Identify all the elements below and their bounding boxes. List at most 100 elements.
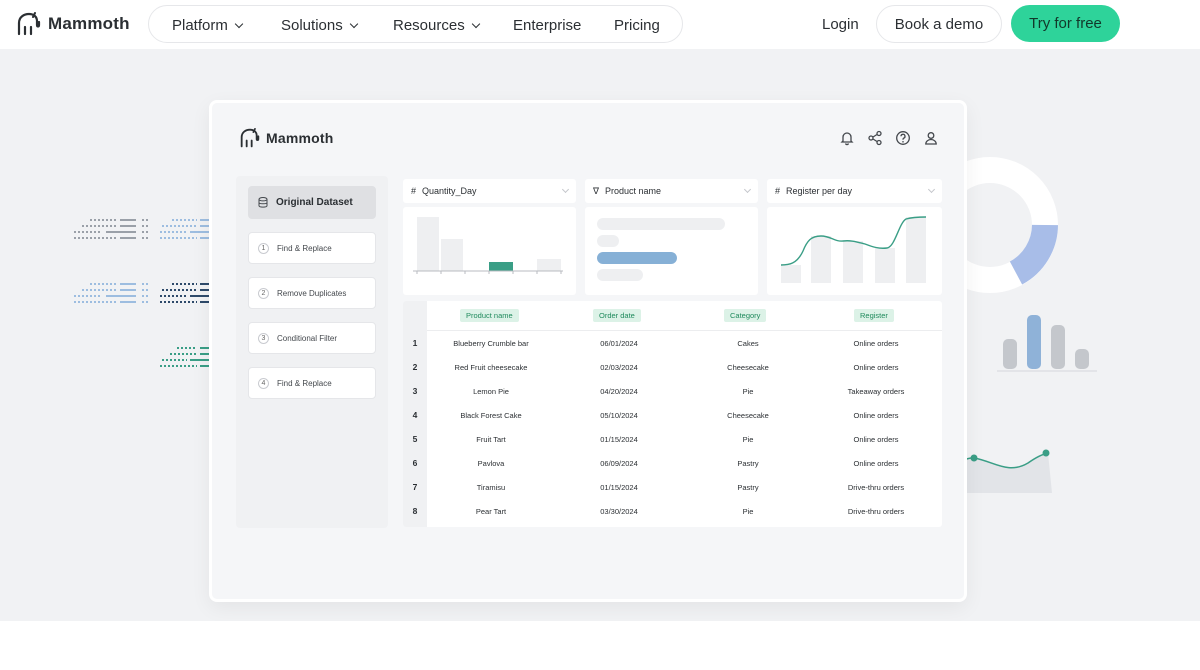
step-label: Find & Replace [277,378,332,388]
cell-register: Drive-thru orders [847,507,905,516]
original-dataset-label: Original Dataset [276,197,353,208]
cell-product: Red Fruit cheesecake [454,363,528,372]
nav-enterprise[interactable]: Enterprise [513,17,581,34]
cell-date: 04/20/2024 [600,387,638,396]
cell-product: Blueberry Crumble bar [453,339,529,348]
pipeline-step-4[interactable]: 4 Find & Replace [248,367,376,399]
nav-platform-label: Platform [172,17,228,34]
header-order-date[interactable]: Order date [593,309,641,322]
cell-register: Online orders [853,459,899,468]
histogram-bars [413,217,563,274]
brand-logo[interactable]: Mammoth [16,9,130,39]
login-link[interactable]: Login [822,16,859,33]
app-brand: Mammoth [239,128,334,148]
cell-register: Online orders [853,339,899,348]
chevron-down-icon [561,185,570,194]
step-number: 2 [258,287,269,299]
app-brand-name: Mammoth [266,130,334,146]
register-chart [767,207,942,295]
pipeline-step-1[interactable]: 1 Find & Replace [248,232,376,264]
chevron-down-icon [471,19,480,29]
help-icon[interactable] [895,130,911,146]
step-number: 3 [258,332,269,344]
column-product-name[interactable]: ∇ Product name [585,179,758,203]
chevron-down-icon [349,19,358,29]
step-number: 1 [258,242,269,254]
database-icon [258,197,268,208]
nav-pricing-label: Pricing [614,17,660,34]
step-label: Conditional Filter [277,333,338,343]
cell-category: Pastry [737,459,759,468]
pipeline-step-3[interactable]: 3 Conditional Filter [248,322,376,354]
step-number: 4 [258,377,269,389]
cell-date: 06/09/2024 [600,459,638,468]
cell-category: Cheesecake [727,363,769,372]
column-quantity-day[interactable]: # Quantity_Day [403,179,576,203]
cell-date: 06/01/2024 [600,339,638,348]
chevron-down-icon [743,185,752,194]
numeric-type-icon: # [411,186,417,196]
bars-decoration [997,315,1097,372]
cell-register: Online orders [853,411,899,420]
cell-category: Pie [742,435,754,444]
cell-product: Pear Tart [475,507,507,516]
row-number: 8 [412,506,418,516]
cell-date: 01/15/2024 [600,483,638,492]
nav-resources-label: Resources [393,17,465,34]
row-number: 6 [412,458,418,468]
header-category[interactable]: Category [724,309,767,322]
cell-category: Cheesecake [727,411,769,420]
chevron-down-icon [234,19,244,29]
header-divider [427,330,942,331]
cell-register: Online orders [853,435,899,444]
nav-pricing[interactable]: Pricing [614,17,660,34]
cell-date: 01/15/2024 [600,435,638,444]
mammoth-logo-icon [17,12,41,36]
user-icon[interactable] [923,130,939,146]
numeric-type-icon: # [775,186,781,196]
nav-solutions-label: Solutions [281,17,343,34]
app-preview: Mammoth Original Dataset 1 Find & Replac… [209,100,967,602]
row-number: 2 [412,362,418,372]
pipeline-step-2[interactable]: 2 Remove Duplicates [248,277,376,309]
product-skeleton [585,207,758,295]
nav-resources[interactable]: Resources [393,17,480,34]
column-label: Product name [605,186,662,196]
cell-product: Tiramisu [476,483,506,492]
filter-type-icon: ∇ [593,185,600,196]
column-label: Register per day [786,186,853,196]
original-dataset-item[interactable]: Original Dataset [248,186,376,219]
bell-icon[interactable] [839,130,855,146]
cell-product: Fruit Tart [476,435,506,444]
book-demo-button[interactable]: Book a demo [876,5,1002,43]
header-product-name[interactable]: Product name [460,309,519,322]
cell-category: Cakes [737,339,759,348]
row-number: 1 [412,338,418,348]
step-label: Remove Duplicates [277,288,347,298]
data-table: Product name Order date Category Registe… [403,301,942,527]
cell-category: Pie [742,387,754,396]
mammoth-logo-icon [240,128,260,148]
header-register[interactable]: Register [854,309,894,322]
cell-date: 02/03/2024 [600,363,638,372]
cell-product: Black Forest Cake [460,411,522,420]
nav-platform[interactable]: Platform [172,17,244,34]
pipeline-sidebar: Original Dataset 1 Find & Replace 2 Remo… [236,176,388,528]
main-menu: Platform Solutions Resources Enterprise … [148,5,683,43]
step-label: Find & Replace [277,243,332,253]
row-number: 4 [412,410,418,420]
nav-solutions[interactable]: Solutions [281,17,358,34]
nav-enterprise-label: Enterprise [513,17,582,34]
try-free-button[interactable]: Try for free [1011,5,1120,42]
cell-category: Pie [742,507,754,516]
cell-register: Drive-thru orders [847,483,905,492]
cell-category: Pastry [737,483,759,492]
cell-date: 03/30/2024 [600,507,638,516]
register-line-chart [780,216,927,283]
brand-name: Mammoth [48,14,130,33]
column-register-per-day[interactable]: # Register per day [767,179,942,203]
quantity-histogram [403,207,576,295]
share-icon[interactable] [867,130,883,146]
app-toolbar [839,130,939,146]
skeleton-bars [597,218,725,281]
